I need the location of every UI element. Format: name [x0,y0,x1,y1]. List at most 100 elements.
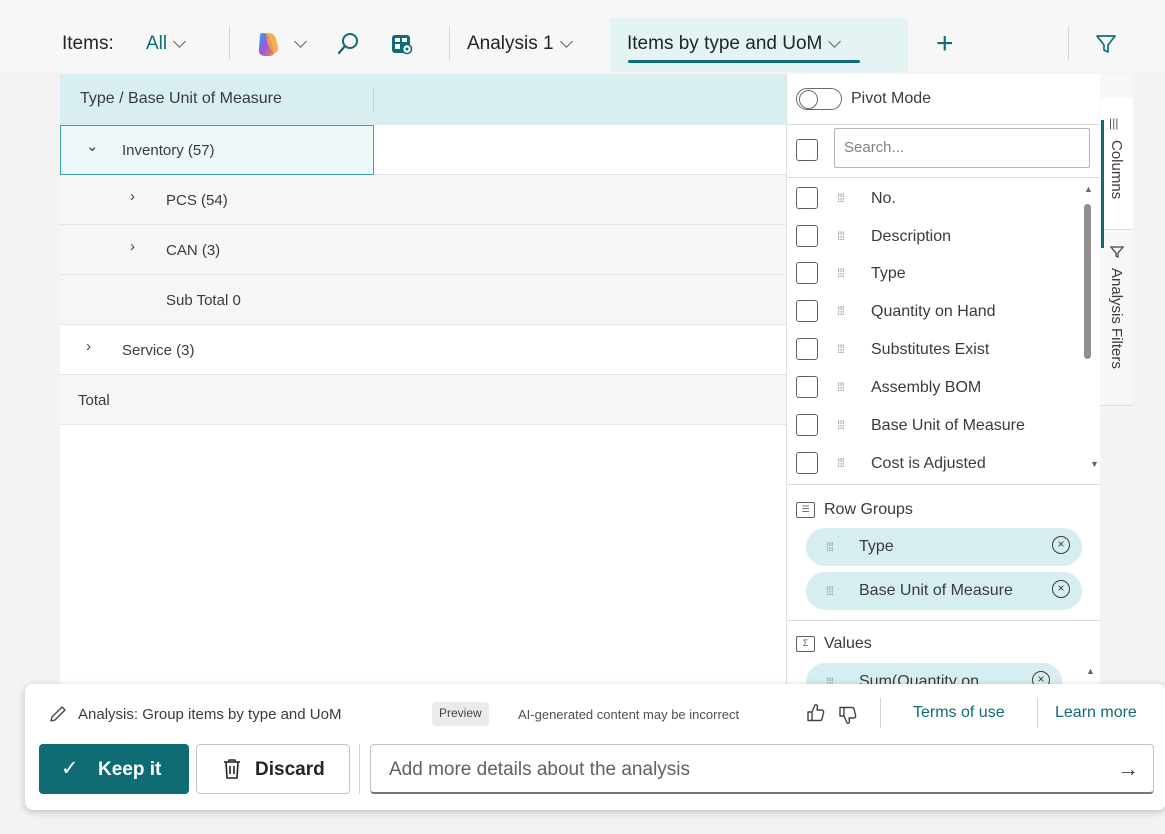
active-tab-text: Items by type and UoM [627,33,823,54]
pivot-mode-label: Pivot Mode [851,90,932,107]
analysis-sheet-icon [392,35,413,55]
table-row[interactable]: › PCS (54) [60,175,786,225]
column-checkbox[interactable] [796,414,818,436]
column-item-description[interactable]: ⁞⁞⁞ Description [787,218,1087,255]
chevron-down-icon[interactable]: ⌄ [86,137,99,155]
drag-handle-icon[interactable]: ⁞⁞⁞ [837,456,845,470]
scroll-up-icon[interactable]: ▲ [1086,666,1095,676]
pivot-mode-toggle[interactable] [796,88,842,110]
view-selector[interactable]: Analysis 1 [467,26,573,62]
column-item-assembly-bom[interactable]: ⁞⁞⁞ Assembly BOM [787,369,1087,406]
pill-label: Base Unit of Measure [859,582,1013,599]
chevron-right-icon[interactable]: › [86,338,91,355]
row-group-pill-base-unit[interactable]: ⁞⁞⁞ Base Unit of Measure × [806,572,1082,610]
chevron-right-icon[interactable]: › [130,188,135,205]
items-label: Items: [62,26,114,62]
column-label: Substitutes Exist [871,341,990,358]
thumbs-down-icon[interactable] [838,704,858,731]
remove-icon[interactable]: × [1052,580,1070,598]
column-item-no[interactable]: ⁞⁞⁞ No. [787,180,1087,217]
column-checkbox[interactable] [796,262,818,284]
column-checkbox[interactable] [796,452,818,474]
analysis-details-input[interactable]: Add more details about the analysis → [370,744,1154,794]
table-row[interactable]: › Service (3) [60,325,786,375]
filter-dropdown[interactable]: All [146,26,186,62]
details-placeholder: Add more details about the analysis [389,759,691,780]
values-title: Values [824,635,872,652]
copilot-button[interactable] [252,26,307,62]
disclaimer-text: AI-generated content may be incorrect [518,706,740,722]
column-resize-handle[interactable] [373,87,374,112]
tab-label: Columns [1108,140,1125,200]
column-checkbox[interactable] [796,187,818,209]
divider [787,620,1100,621]
pill-label: Sum(Quantity on... [859,673,993,684]
divider [787,484,1100,485]
send-arrow-icon[interactable]: → [1117,756,1139,782]
drag-handle-icon[interactable]: ⁞⁞⁞ [837,191,845,205]
drag-handle-icon[interactable]: ⁞⁞⁞ [837,418,845,432]
analysis-settings-button[interactable] [390,26,414,62]
drag-handle-icon[interactable]: ⁞⁞⁞ [837,266,845,280]
sigma-icon: Σ [796,636,815,652]
column-search-input[interactable]: Search... [834,128,1090,168]
column-label: Cost is Adjusted [871,455,986,472]
drag-handle-icon[interactable]: ⁞⁞⁞ [837,380,845,394]
divider [787,124,1100,125]
active-tab-indicator [1101,120,1104,248]
table-row[interactable]: Total [60,375,786,425]
active-tab-indicator [628,60,860,63]
table-row[interactable]: ⌄ Inventory (57) [60,125,786,175]
divider [449,26,450,60]
thumbs-up-icon[interactable] [806,702,826,729]
chevron-right-icon[interactable]: › [130,238,135,255]
drag-handle-icon[interactable]: ⁞⁞⁞ [826,675,834,684]
keep-it-button[interactable]: ✓ Keep it [39,744,189,794]
column-checkbox[interactable] [796,376,818,398]
scroll-up-icon[interactable]: ▲ [1084,184,1093,194]
columns-scrollbar[interactable] [1084,204,1091,359]
chevron-down-icon [559,34,573,48]
column-label: Quantity on Hand [871,303,996,320]
tab-columns[interactable]: ||| Columns [1101,98,1133,248]
terms-of-use-link[interactable]: Terms of use [913,704,1005,722]
copilot-icon [258,32,279,56]
columns-icon: ||| [1109,116,1119,130]
column-checkbox[interactable] [796,225,818,247]
column-label: Assembly BOM [871,379,982,396]
learn-more-link[interactable]: Learn more [1055,704,1137,722]
row-group-pill-type[interactable]: ⁞⁞⁞ Type × [806,528,1082,566]
trash-icon [224,759,240,779]
column-header-type-uom[interactable]: Type / Base Unit of Measure [80,90,282,108]
divider [880,698,881,728]
column-item-quantity-on-hand[interactable]: ⁞⁞⁞ Quantity on Hand [787,293,1087,330]
remove-icon[interactable]: × [1032,671,1050,684]
tab-label: Analysis Filters [1108,268,1125,369]
table-row[interactable]: › CAN (3) [60,225,786,275]
analysis-description: Analysis: Group items by type and UoM [48,702,341,726]
drag-handle-icon[interactable]: ⁞⁞⁞ [837,229,845,243]
search-button[interactable] [336,26,360,62]
column-item-substitutes-exist[interactable]: ⁞⁞⁞ Substitutes Exist [787,331,1087,368]
chevron-down-icon [828,34,842,48]
column-item-cost-is-adjusted[interactable]: ⁞⁞⁞ Cost is Adjusted [787,445,1087,482]
add-tab-button[interactable]: + [936,26,954,62]
tab-analysis-filters[interactable]: Analysis Filters [1101,234,1133,406]
value-pill-sum-quantity[interactable]: ⁞⁞⁞ Sum(Quantity on... × [806,663,1062,684]
column-checkbox[interactable] [796,300,818,322]
drag-handle-icon[interactable]: ⁞⁞⁞ [826,584,834,598]
select-all-checkbox[interactable] [796,139,818,161]
remove-icon[interactable]: × [1052,536,1070,554]
discard-button[interactable]: Discard [196,744,350,794]
items-label-text: Items: [62,33,114,54]
scroll-down-icon[interactable]: ▼ [1090,459,1099,469]
drag-handle-icon[interactable]: ⁞⁞⁞ [826,540,834,554]
focused-cell [60,125,374,175]
column-item-base-unit-of-measure[interactable]: ⁞⁞⁞ Base Unit of Measure [787,407,1087,444]
drag-handle-icon[interactable]: ⁞⁞⁞ [837,304,845,318]
filter-pane-button[interactable] [1094,26,1118,62]
column-checkbox[interactable] [796,338,818,360]
table-row[interactable]: Sub Total 0 [60,275,786,325]
column-item-type[interactable]: ⁞⁞⁞ Type [787,255,1087,292]
drag-handle-icon[interactable]: ⁞⁞⁞ [837,342,845,356]
